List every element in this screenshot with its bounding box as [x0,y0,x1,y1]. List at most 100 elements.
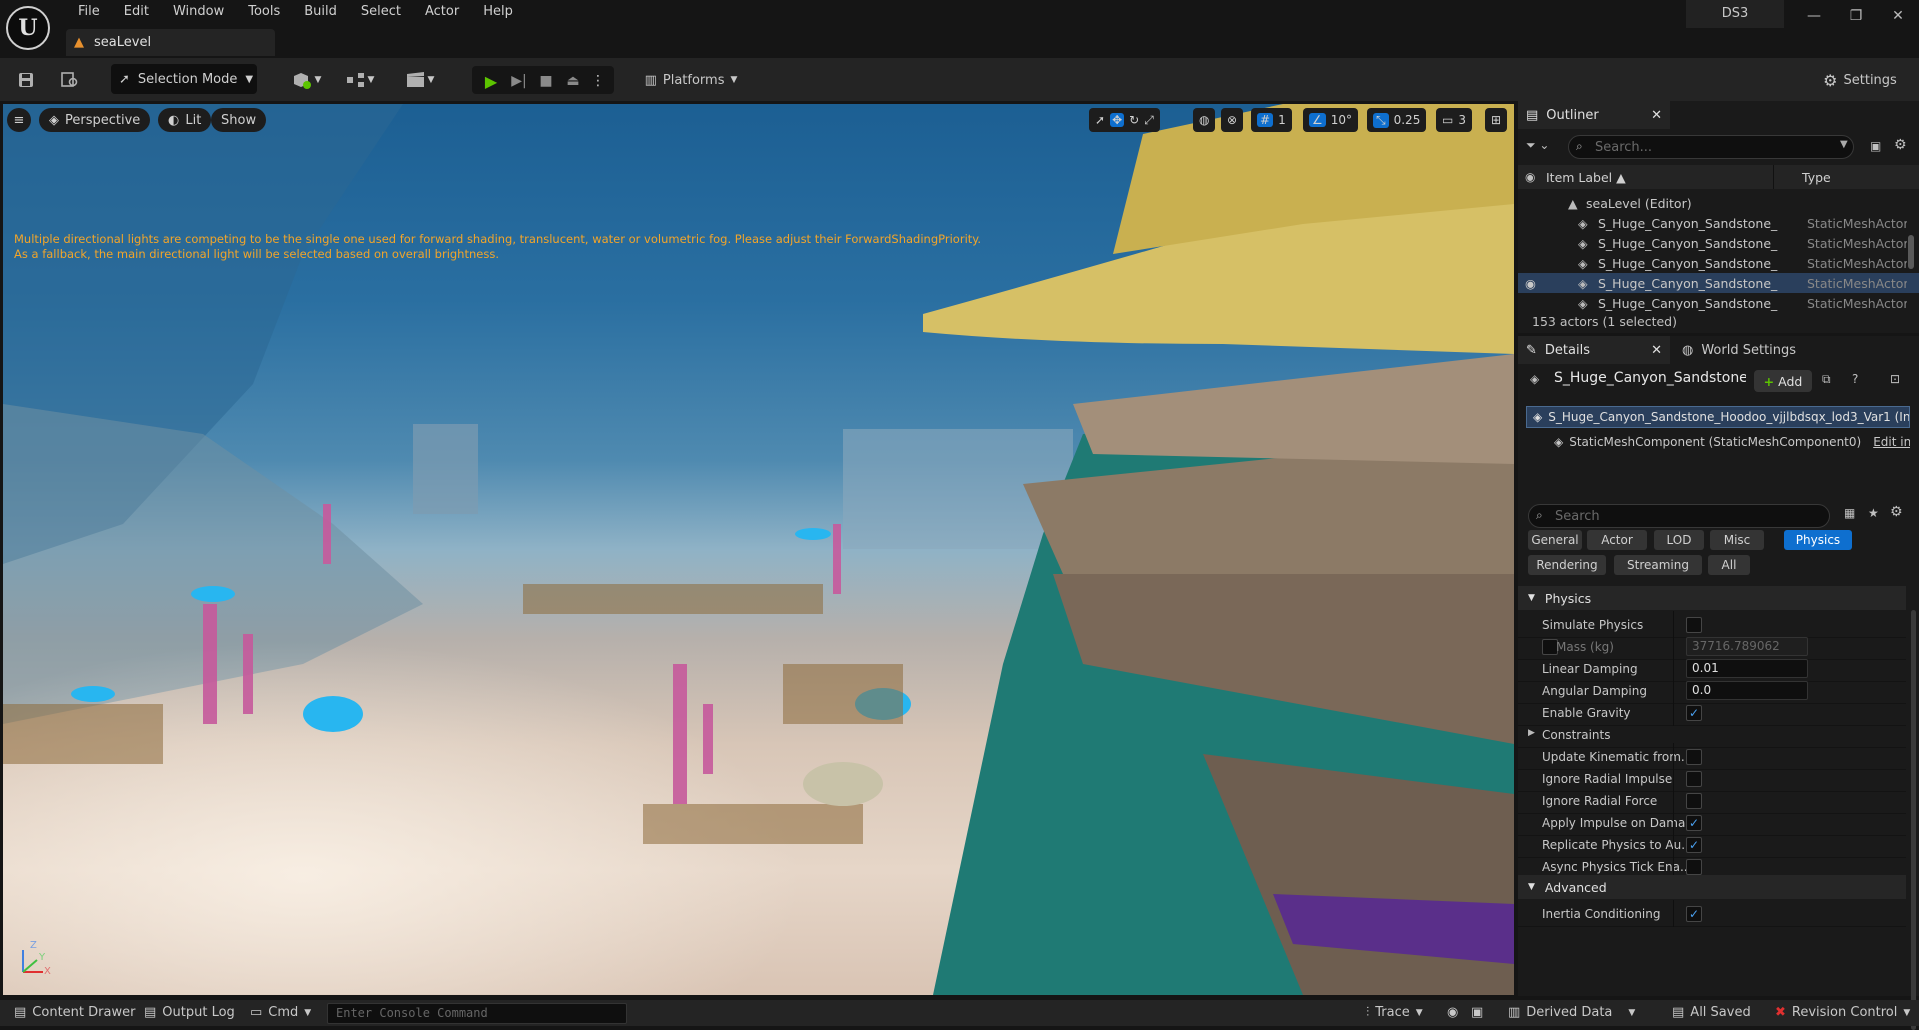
category-streaming[interactable]: Streaming [1614,555,1702,575]
visibility-icon[interactable]: ◉ [1525,170,1535,184]
settings-dropdown[interactable]: ⚙ Settings [1813,67,1907,93]
move-tool-icon[interactable]: ✥ [1110,113,1125,127]
outliner-search-input[interactable]: Search... [1568,135,1854,159]
select-tool-icon[interactable]: ➚ [1095,113,1105,127]
component-row[interactable]: ◈ StaticMeshComponent (StaticMeshCompone… [1554,432,1910,452]
physics-section-header[interactable]: ▼ Physics [1518,586,1906,610]
edit-cpp-link[interactable]: Edit in C++ [1873,435,1910,449]
chevron-right-icon[interactable]: ▶ [1528,728,1535,738]
stop-icon[interactable]: ■ [535,68,557,94]
type-column[interactable]: Type [1802,170,1831,185]
category-actor[interactable]: Actor [1587,530,1647,550]
details-tab[interactable]: ✎ Details ✕ [1518,336,1670,364]
menu-tools[interactable]: Tools [236,4,292,20]
category-physics[interactable]: Physics [1784,530,1852,550]
actor-name[interactable]: S_Huge_Canyon_Sandstone_Hoodoo [1554,370,1746,386]
property-value-input[interactable]: 0.0 [1686,681,1808,700]
outliner-row[interactable]: ◉ ◈ S_Huge_Canyon_Sandstone_Hoodoo StaticMe… [1518,273,1919,293]
menu-edit[interactable]: Edit [112,4,161,20]
menu-select[interactable]: Select [349,4,413,20]
category-rendering[interactable]: Rendering [1528,555,1606,575]
property-value-input[interactable]: 0.01 [1686,659,1808,678]
snapshot-icon[interactable]: ▣ [1471,1005,1483,1020]
scale-snap[interactable]: ⤡ 0.25 [1367,108,1427,132]
selection-mode-dropdown[interactable]: ➚ Selection Mode ▼ [111,64,257,94]
category-misc[interactable]: Misc [1710,530,1764,550]
outliner-settings-icon[interactable]: ⚙ [1894,137,1907,153]
close-icon[interactable]: ✕ [1651,343,1662,358]
outliner-tab[interactable]: ▤ Outliner ✕ [1518,101,1670,129]
level-tab[interactable]: ▲ seaLevel [66,29,275,56]
outliner-row[interactable]: ◈ S_Huge_Canyon_Sandstone_Hoodoo StaticMes… [1518,253,1919,273]
property-checkbox[interactable] [1686,793,1702,809]
layout-icon[interactable]: ⊞ [1485,108,1508,132]
blueprint-icon[interactable]: ▼ [342,67,378,93]
lit-button[interactable]: ◐ Lit [158,108,212,132]
show-button[interactable]: Show [211,108,267,132]
output-log-button[interactable]: ▤ Output Log [144,1005,235,1020]
property-checkbox[interactable]: ✓ [1686,705,1702,721]
record-icon[interactable]: ◉ [1447,1005,1458,1020]
trace-dropdown[interactable]: ⫶ Trace ▼ [1366,1005,1423,1020]
close-icon[interactable]: ✕ [1651,108,1662,123]
property-checkbox[interactable]: ✓ [1686,815,1702,831]
cmd-dropdown[interactable]: ▭ Cmd ▼ [250,1005,311,1020]
surface-snap-toggle[interactable]: ⊗ [1221,108,1244,132]
platforms-dropdown[interactable]: ▥ Platforms ▼ [643,67,739,93]
unreal-logo[interactable]: U [6,6,50,50]
visibility-icon[interactable]: ◉ [1525,276,1536,291]
save-icon[interactable] [14,67,38,93]
outliner-row[interactable]: ◈ S_Huge_Canyon_Sandstone_Hoodoo StaticMes… [1518,293,1919,313]
browse-icon[interactable] [58,67,82,93]
angle-snap[interactable]: ∠ 10° [1303,108,1359,132]
restore-icon[interactable]: ❐ [1841,4,1871,28]
instance-row[interactable]: ◈ S_Huge_Canyon_Sandstone_Hoodoo_vjjlbds… [1526,406,1910,428]
content-drawer-button[interactable]: ▤ Content Drawer [14,1005,135,1020]
advanced-section-header[interactable]: ▼ Advanced [1518,875,1906,899]
camera-speed[interactable]: ▭ 3 [1436,108,1472,132]
more-options-icon[interactable]: ⋮ [588,68,608,94]
world-settings-tab[interactable]: ◍ World Settings [1674,336,1796,364]
step-icon[interactable]: ▶| [508,68,530,94]
perspective-button[interactable]: ◈ Perspective [39,108,151,132]
eject-icon[interactable]: ⏏ [562,68,584,94]
world-local-toggle[interactable]: ◍ [1193,108,1216,132]
close-window-icon[interactable]: ✕ [1883,4,1913,28]
help-icon[interactable]: ? [1852,372,1858,386]
details-scrollbar[interactable] [1911,610,1916,1030]
grid-snap[interactable]: # 1 [1251,108,1292,132]
category-all[interactable]: All [1708,555,1750,575]
category-general[interactable]: General [1528,530,1582,550]
filter-icon[interactable]: ⏷ ⌄ [1526,138,1549,153]
add-component-button[interactable]: + Add [1754,370,1812,392]
console-input[interactable]: Enter Console Command [327,1003,627,1024]
lock-icon[interactable]: ⊡ [1890,372,1900,386]
rotate-tool-icon[interactable]: ↻ [1129,113,1139,127]
menu-build[interactable]: Build [292,4,349,20]
item-label-column[interactable]: Item Label ▲ [1546,170,1626,185]
menu-help[interactable]: Help [471,4,525,20]
play-icon[interactable]: ▶ [480,68,502,94]
menu-actor[interactable]: Actor [413,4,471,20]
menu-file[interactable]: File [66,4,112,20]
scale-tool-icon[interactable]: ⤢ [1144,113,1154,128]
all-saved-button[interactable]: ▤ All Saved [1672,1005,1751,1020]
property-checkbox[interactable]: ✓ [1686,906,1702,922]
level-row[interactable]: ▲ seaLevel (Editor) [1518,193,1919,213]
minimize-icon[interactable]: — [1799,4,1829,28]
outliner-row[interactable]: ◈ S_Huge_Canyon_Sandstone_Hoodoo StaticMes… [1518,213,1919,233]
property-checkbox[interactable] [1686,749,1702,765]
blueprint-icon[interactable]: ⧉ [1822,372,1831,387]
property-checkbox[interactable]: ✓ [1686,837,1702,853]
menu-window[interactable]: Window [161,4,236,20]
details-search-input[interactable]: Search [1528,504,1830,528]
property-name[interactable]: Constraints [1542,728,1610,742]
property-checkbox[interactable] [1686,771,1702,787]
viewport-menu-icon[interactable]: ≡ [7,108,31,132]
chevron-down-icon[interactable]: ▼ [1840,139,1848,150]
derived-data-dropdown[interactable]: ▥ Derived Data ▼ [1508,1005,1635,1020]
add-actor-icon[interactable]: ▼ [288,67,324,93]
new-folder-icon[interactable]: ▣ [1870,139,1881,153]
details-settings-icon[interactable]: ⚙ [1890,504,1903,520]
table-view-icon[interactable]: ▦ [1844,506,1855,520]
